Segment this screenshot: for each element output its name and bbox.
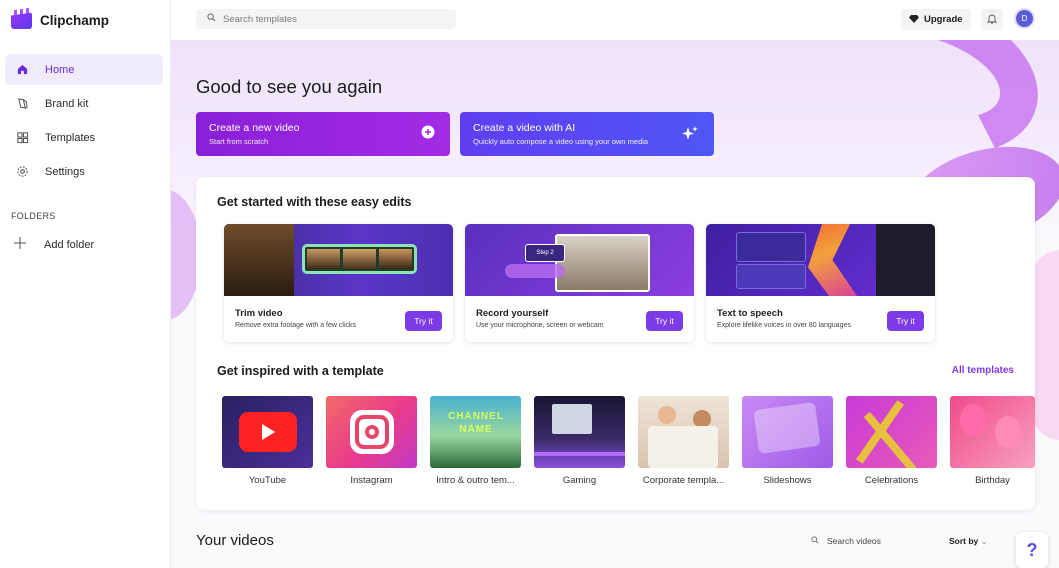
edit-card-text-to-speech[interactable]: Text to speech Explore lifelike voices i… bbox=[706, 224, 935, 342]
instagram-thumbnail bbox=[326, 396, 417, 468]
try-it-button[interactable]: Try it bbox=[405, 311, 442, 331]
all-templates-link[interactable]: All templates bbox=[952, 365, 1014, 376]
template-label: Celebrations bbox=[864, 475, 919, 486]
your-videos-heading: Your videos bbox=[196, 532, 274, 549]
edit-card-trim-video[interactable]: Trim video Remove extra footage with a f… bbox=[224, 224, 453, 342]
help-button[interactable]: ? bbox=[1016, 532, 1048, 568]
sort-label: Sort by bbox=[949, 536, 979, 546]
template-label: YouTube bbox=[248, 475, 287, 486]
edit-card-record-yourself[interactable]: Step 2 Record yourself Use your micropho… bbox=[465, 224, 694, 342]
celebrations-thumbnail bbox=[846, 396, 937, 468]
cta-title: Create a new video bbox=[209, 122, 300, 134]
create-new-video-button[interactable]: Create a new video Start from scratch bbox=[196, 112, 450, 156]
bell-icon bbox=[986, 11, 998, 29]
cta-subtitle: Quickly auto compose a video using your … bbox=[473, 137, 649, 146]
template-label: Corporate templa... bbox=[642, 475, 725, 486]
plus-circle-icon bbox=[421, 125, 435, 144]
card-title: Record yourself bbox=[476, 308, 549, 319]
decorative-swirl bbox=[1031, 250, 1059, 440]
upgrade-label: Upgrade bbox=[924, 14, 963, 25]
top-bar: Search templates Upgrade D bbox=[171, 0, 1059, 40]
search-placeholder: Search templates bbox=[223, 13, 297, 25]
template-label: Slideshows bbox=[763, 475, 812, 486]
upgrade-button[interactable]: Upgrade bbox=[901, 9, 971, 30]
template-intro-outro[interactable]: CHANNEL NAME Intro & outro tem... bbox=[430, 396, 521, 486]
card-description: Remove extra footage with a few clicks bbox=[235, 322, 356, 329]
youtube-icon bbox=[238, 412, 297, 452]
sparkle-icon bbox=[681, 125, 699, 148]
folders-label: FOLDERS bbox=[11, 211, 56, 221]
add-folder-label: Add folder bbox=[44, 238, 95, 251]
intro-outro-thumbnail: CHANNEL NAME bbox=[430, 396, 521, 468]
template-label: Intro & outro tem... bbox=[436, 475, 515, 486]
app-name: Clipchamp bbox=[40, 13, 110, 28]
card-title: Text to speech bbox=[717, 308, 783, 319]
chevron-down-icon: ⌄ bbox=[980, 536, 988, 546]
sidebar-item-home[interactable]: Home bbox=[5, 54, 163, 85]
clipchamp-logo-icon bbox=[11, 12, 32, 29]
youtube-thumbnail bbox=[222, 396, 313, 468]
template-corporate[interactable]: Corporate templa... bbox=[638, 396, 729, 486]
cta-subtitle: Start from scratch bbox=[209, 137, 269, 146]
search-videos-input[interactable]: Search videos bbox=[811, 536, 881, 546]
content-panel: Get started with these easy edits Trim v… bbox=[196, 177, 1035, 510]
easy-edits-heading: Get started with these easy edits bbox=[217, 195, 412, 209]
sidebar-nav: Home Brand kit Templates Settings bbox=[5, 54, 163, 190]
sidebar: Clipchamp Home Brand kit Templates Setti… bbox=[0, 0, 171, 568]
sidebar-item-settings[interactable]: Settings bbox=[5, 156, 163, 187]
templates-icon bbox=[15, 131, 29, 145]
template-youtube[interactable]: YouTube bbox=[222, 396, 313, 486]
template-celebrations[interactable]: Celebrations bbox=[846, 396, 937, 486]
channel-name-text: CHANNEL NAME bbox=[448, 411, 504, 435]
template-birthday[interactable]: Birthday bbox=[950, 396, 1035, 486]
templates-heading: Get inspired with a template bbox=[217, 364, 384, 378]
sort-by-dropdown[interactable]: Sort by ⌄ bbox=[949, 536, 988, 547]
sidebar-item-label: Settings bbox=[45, 165, 85, 178]
record-yourself-thumbnail: Step 2 bbox=[465, 224, 694, 296]
try-it-button[interactable]: Try it bbox=[646, 311, 683, 331]
search-icon bbox=[811, 536, 819, 546]
template-label: Gaming bbox=[562, 475, 597, 486]
create-video-with-ai-button[interactable]: Create a video with AI Quickly auto comp… bbox=[460, 112, 714, 156]
template-label: Birthday bbox=[975, 475, 1010, 486]
gear-icon bbox=[15, 165, 29, 179]
slideshows-thumbnail bbox=[742, 396, 833, 468]
card-title: Trim video bbox=[235, 308, 283, 319]
search-templates-input[interactable]: Search templates bbox=[196, 9, 456, 29]
page-title: Good to see you again bbox=[196, 76, 383, 97]
search-icon bbox=[207, 13, 216, 25]
step-label: Step 2 bbox=[525, 244, 565, 262]
template-label: Instagram bbox=[350, 475, 393, 486]
plus-icon bbox=[13, 236, 27, 253]
template-slideshows[interactable]: Slideshows bbox=[742, 396, 833, 486]
home-icon bbox=[15, 63, 29, 77]
template-instagram[interactable]: Instagram bbox=[326, 396, 417, 486]
sidebar-item-label: Templates bbox=[45, 131, 96, 144]
cta-title: Create a video with AI bbox=[473, 122, 576, 134]
try-it-button[interactable]: Try it bbox=[887, 311, 924, 331]
brand-kit-icon bbox=[15, 97, 29, 111]
notifications-button[interactable] bbox=[981, 9, 1003, 30]
text-to-speech-thumbnail bbox=[706, 224, 935, 296]
sidebar-item-templates[interactable]: Templates bbox=[5, 122, 163, 153]
corporate-thumbnail bbox=[638, 396, 729, 468]
brand[interactable]: Clipchamp bbox=[11, 12, 109, 29]
sidebar-item-label: Home bbox=[45, 63, 75, 76]
gaming-thumbnail bbox=[534, 396, 625, 468]
card-description: Explore lifelike voices in over 80 langu… bbox=[717, 322, 851, 329]
trim-video-thumbnail bbox=[224, 224, 453, 296]
sidebar-item-brand-kit[interactable]: Brand kit bbox=[5, 88, 163, 119]
template-gaming[interactable]: Gaming bbox=[534, 396, 625, 486]
search-videos-placeholder: Search videos bbox=[827, 536, 881, 546]
instagram-icon bbox=[349, 410, 394, 454]
avatar[interactable]: D bbox=[1014, 8, 1035, 29]
card-description: Use your microphone, screen or webcam bbox=[476, 322, 604, 329]
add-folder-button[interactable]: Add folder bbox=[13, 236, 94, 253]
main-content: Good to see you again Create a new video… bbox=[171, 40, 1059, 568]
birthday-thumbnail bbox=[950, 396, 1035, 468]
sidebar-item-label: Brand kit bbox=[45, 97, 89, 110]
diamond-icon bbox=[909, 14, 919, 26]
